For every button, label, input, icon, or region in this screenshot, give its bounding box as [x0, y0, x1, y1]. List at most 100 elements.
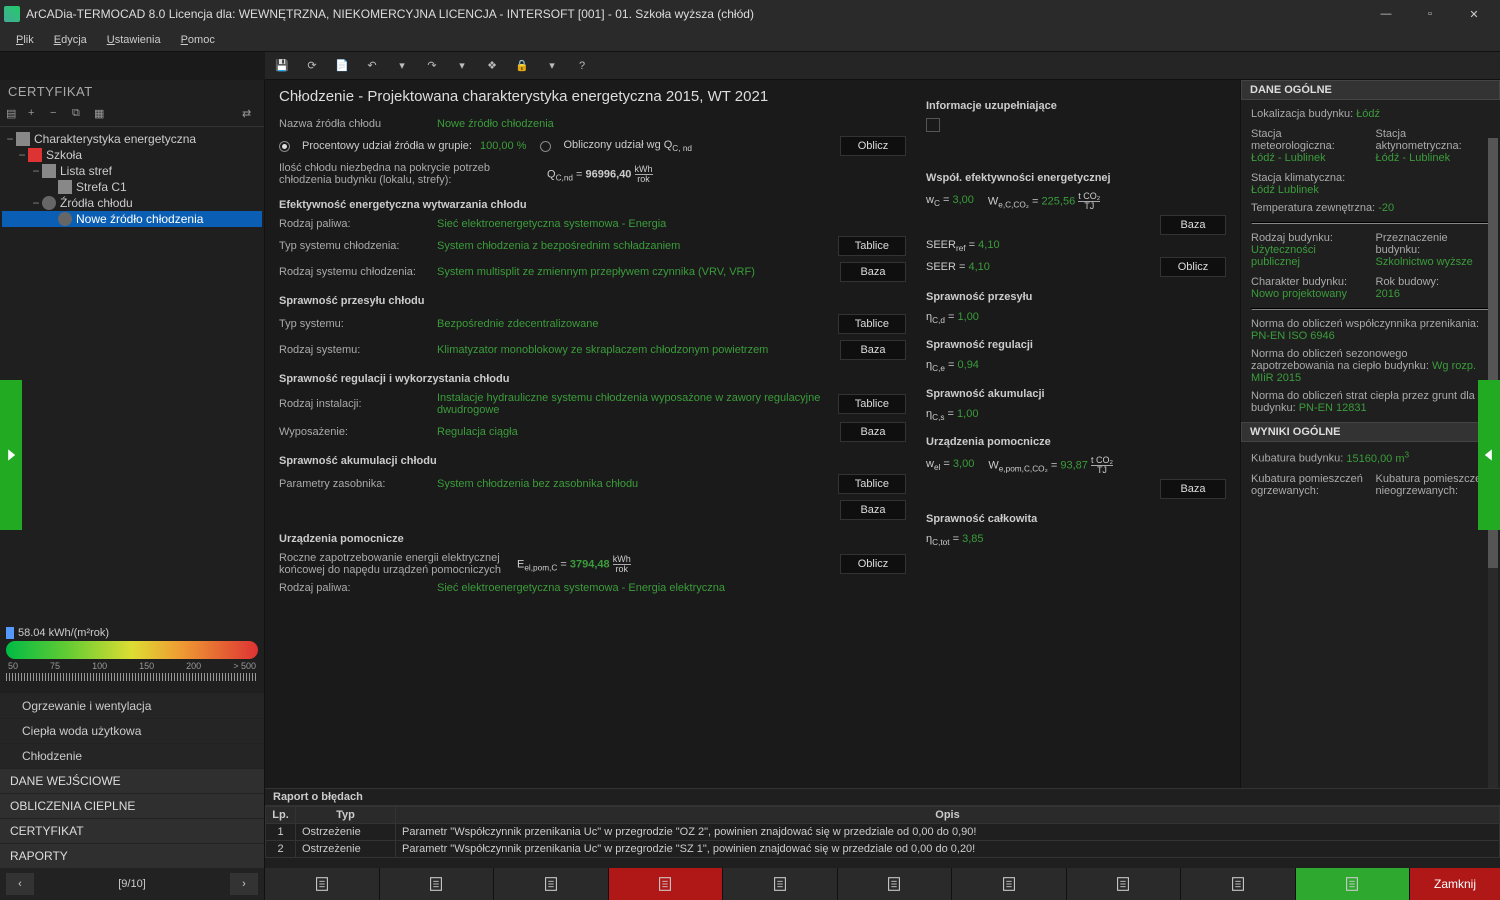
refresh-icon[interactable]: ⟳ — [303, 57, 321, 75]
bottom-tabs — [265, 868, 1410, 900]
installation-type-value[interactable]: Instalacje hydrauliczne systemu chłodzen… — [437, 392, 830, 416]
bottom-tab-5[interactable] — [838, 868, 953, 900]
gauge-ticks — [6, 673, 258, 681]
menu-edit[interactable]: Edycja — [46, 32, 95, 48]
add-icon[interactable]: ▤ — [6, 107, 22, 123]
left-expand-handle[interactable] — [0, 380, 22, 530]
fuel-type-value[interactable]: Sieć elektroenergetyczna systemowa - Ene… — [437, 218, 906, 230]
pager: ‹ [9/10] › — [0, 868, 265, 900]
energy-gauge: 58.04 kWh/(m²rok) 50 75 100 150 200 > 50… — [0, 621, 264, 687]
prev-page-button[interactable]: ‹ — [6, 873, 34, 895]
base-button-5[interactable]: Baza — [1160, 215, 1226, 235]
bottom-tab-2[interactable] — [494, 868, 609, 900]
next-page-button[interactable]: › — [230, 873, 258, 895]
regulation-eff-header: Sprawność regulacji i wykorzystania chło… — [279, 373, 906, 385]
error-row[interactable]: 1 Ostrzeżenie Parametr "Współczynnik prz… — [266, 824, 1500, 841]
layers-icon[interactable]: ❖ — [483, 57, 501, 75]
base-button-4[interactable]: Baza — [840, 500, 906, 520]
help-icon[interactable]: ? — [573, 57, 591, 75]
nav-thermal-calc[interactable]: OBLICZENIA CIEPLNE — [0, 793, 264, 818]
tables-button-1[interactable]: Tablice — [838, 236, 906, 256]
right-expand-handle[interactable] — [1478, 380, 1500, 530]
minus-icon[interactable]: − — [50, 107, 66, 123]
tree-cooling-sources[interactable]: −Źródła chłodu — [2, 195, 262, 211]
gauge-scale: 50 75 100 150 200 > 500 — [6, 659, 258, 671]
bottom-tab-7[interactable] — [1067, 868, 1182, 900]
seer-row: SEER = 4,10 Oblicz — [926, 255, 1226, 279]
bottom-tab-6[interactable] — [952, 868, 1067, 900]
maximize-button[interactable]: ▫ — [1408, 0, 1452, 28]
info-placeholder-icon[interactable] — [926, 118, 940, 132]
plus-icon[interactable]: + — [28, 107, 44, 123]
ncd-row: ηC,d = 1,00 — [926, 309, 1226, 327]
base-button-6[interactable]: Baza — [1160, 479, 1226, 499]
minimize-button[interactable]: — — [1364, 0, 1408, 28]
base-button-2[interactable]: Baza — [840, 340, 906, 360]
bottom-tab-3[interactable] — [609, 868, 724, 900]
calc-button-3[interactable]: Oblicz — [1160, 257, 1226, 277]
document-icon[interactable]: 📄 — [333, 57, 351, 75]
tree-school[interactable]: −Szkoła — [2, 147, 262, 163]
nav-certificate[interactable]: CERTYFIKAT — [0, 818, 264, 843]
system-type2-value[interactable]: Bezpośrednie zdecentralizowane — [437, 318, 830, 330]
bottom-tab-8[interactable] — [1181, 868, 1296, 900]
annual-demand-label: Roczne zapotrzebowanie energii elektrycz… — [279, 552, 509, 576]
lock-icon[interactable]: 🔒 — [513, 57, 531, 75]
tables-button-3[interactable]: Tablice — [838, 394, 906, 414]
tree-new-cooling-source[interactable]: Nowe źródło chłodzenia — [2, 211, 262, 227]
menu-help[interactable]: Pomoc — [173, 32, 223, 48]
general-results-header[interactable]: WYNIKI OGÓLNE — [1241, 422, 1500, 442]
base-button-1[interactable]: Baza — [840, 262, 906, 282]
fuel-type2-label: Rodzaj paliwa: — [279, 582, 429, 594]
tree-root[interactable]: −Charakterystyka energetyczna — [2, 131, 262, 147]
system-kind-value[interactable]: System multisplit ze zmiennym przepływem… — [437, 266, 832, 278]
save-icon[interactable]: 💾 — [273, 57, 291, 75]
copy-icon[interactable]: ⧉ — [72, 107, 88, 123]
error-row[interactable]: 2 Ostrzeżenie Parametr "Współczynnik prz… — [266, 841, 1500, 858]
tables-button-2[interactable]: Tablice — [838, 314, 906, 334]
close-button[interactable]: Zamknij — [1410, 868, 1500, 900]
installation-type-label: Rodzaj instalacji: — [279, 398, 429, 410]
calc-button-2[interactable]: Oblicz — [840, 554, 906, 574]
tank-params-value[interactable]: System chłodzenia bez zasobnika chłodu — [437, 478, 830, 490]
lock-dropdown-icon[interactable]: ▾ — [543, 57, 561, 75]
system-type-value[interactable]: System chłodzenia z bezpośrednim schładz… — [437, 240, 830, 252]
nav-hot-water[interactable]: Ciepła woda użytkowa — [0, 718, 264, 743]
fuel-type2-value[interactable]: Sieć elektroenergetyczna systemowa - Ene… — [437, 582, 906, 594]
menu-file[interactable]: Plik — [8, 32, 42, 48]
swap-icon[interactable]: ⇄ — [242, 107, 258, 123]
calculated-radio[interactable] — [540, 141, 551, 152]
source-name-value[interactable]: Nowe źródło chłodzenia — [437, 118, 906, 130]
error-report-header: Raport o błędach — [265, 789, 1500, 806]
system-kind2-value[interactable]: Klimatyzator monoblokowy ze skraplaczem … — [437, 344, 832, 356]
redo-icon[interactable]: ↷ — [423, 57, 441, 75]
tree-zone-c1[interactable]: Strefa C1 — [2, 179, 262, 195]
nav-input-data[interactable]: DANE WEJŚCIOWE — [0, 768, 264, 793]
right-sidebar: DANE OGÓLNE Lokalizacja budynku: Łódź St… — [1240, 80, 1500, 868]
calc-button-1[interactable]: Oblicz — [840, 136, 906, 156]
tank-params-label: Parametry zasobnika: — [279, 478, 429, 490]
bottom-tab-1[interactable] — [380, 868, 495, 900]
bottom-tab-4[interactable] — [723, 868, 838, 900]
nav-reports[interactable]: RAPORTY — [0, 843, 264, 868]
bottom-tab-9[interactable] — [1296, 868, 1411, 900]
close-window-button[interactable]: ✕ — [1452, 0, 1496, 28]
equipment-value[interactable]: Regulacja ciągła — [437, 426, 832, 438]
redo-dropdown-icon[interactable]: ▾ — [453, 57, 471, 75]
percent-value[interactable]: 100,00 % — [480, 140, 526, 152]
tree-zone-list[interactable]: −Lista stref — [2, 163, 262, 179]
undo-icon[interactable]: ↶ — [363, 57, 381, 75]
undo-dropdown-icon[interactable]: ▾ — [393, 57, 411, 75]
percent-radio[interactable] — [279, 141, 290, 152]
page-title: Chłodzenie - Projektowana charakterystyk… — [279, 88, 906, 105]
menu-settings[interactable]: Ustawienia — [99, 32, 169, 48]
tables-button-4[interactable]: Tablice — [838, 474, 906, 494]
nav-heating[interactable]: Ogrzewanie i wentylacja — [0, 693, 264, 718]
nav-cooling[interactable]: Chłodzenie — [0, 743, 264, 768]
bottom-tab-0[interactable] — [265, 868, 380, 900]
general-data-header[interactable]: DANE OGÓLNE — [1241, 80, 1500, 100]
list-icon[interactable]: ▦ — [94, 107, 110, 123]
building-volume: 15160,00 m3 — [1346, 453, 1409, 465]
base-button-3[interactable]: Baza — [840, 422, 906, 442]
window-title: ArCADia-TERMOCAD 8.0 Licencja dla: WEWNĘ… — [26, 7, 1364, 21]
